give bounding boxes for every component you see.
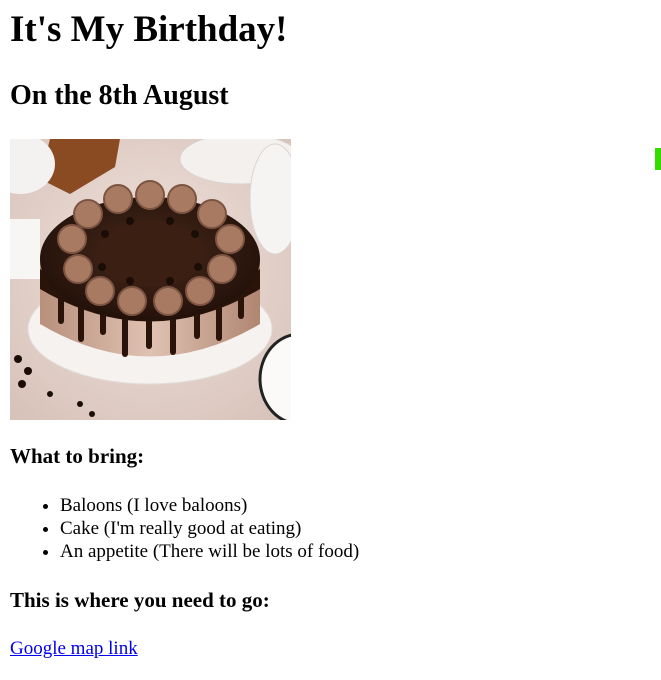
google-map-link[interactable]: Google map link: [10, 637, 138, 660]
event-date-heading: On the 8th August: [10, 80, 229, 111]
bring-list: Baloons (I love baloons) Cake (I'm reall…: [10, 494, 359, 563]
location-heading: This is where you need to go:: [10, 588, 270, 612]
what-to-bring-heading: What to bring:: [10, 444, 145, 468]
page-title: It's My Birthday!: [10, 9, 288, 50]
list-item: Cake (I'm really good at eating): [60, 517, 359, 540]
list-item: An appetite (There will be lots of food): [60, 540, 359, 563]
cake-image: [10, 139, 291, 420]
green-marker: [655, 148, 661, 170]
list-item: Baloons (I love baloons): [60, 494, 359, 517]
